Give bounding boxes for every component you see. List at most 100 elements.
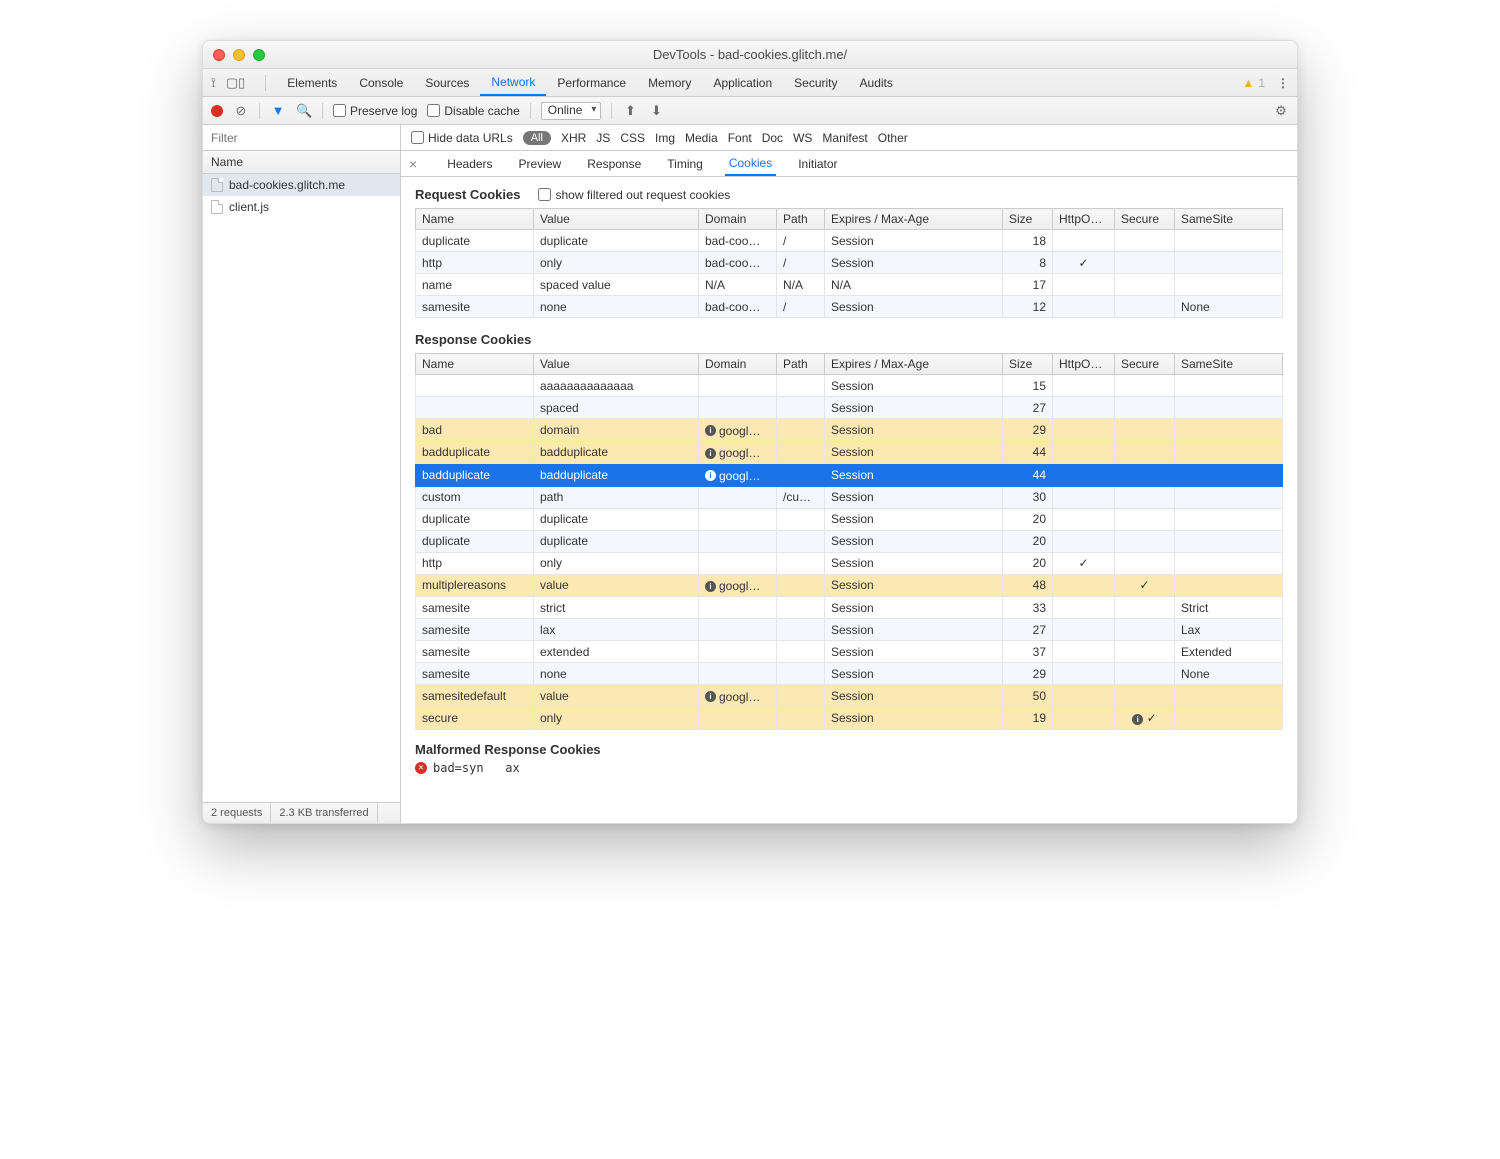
detail-tab-preview[interactable]: Preview bbox=[515, 151, 566, 176]
cookie-row[interactable]: namespaced valueN/AN/AN/A17 bbox=[416, 274, 1283, 296]
detail-tab-initiator[interactable]: Initiator bbox=[794, 151, 841, 176]
column-header[interactable]: Size bbox=[1003, 209, 1053, 230]
error-icon: ✕ bbox=[415, 762, 427, 774]
detail-tab-cookies[interactable]: Cookies bbox=[725, 151, 776, 176]
settings-icon[interactable]: ⚙ bbox=[1273, 103, 1289, 119]
clear-icon[interactable]: ⊘ bbox=[233, 103, 249, 119]
cookie-row[interactable]: spacedSession27 bbox=[416, 397, 1283, 419]
cookie-row[interactable]: secureonlySession19i ✓ bbox=[416, 707, 1283, 729]
inspect-icon[interactable]: ⟟ bbox=[211, 75, 216, 91]
cookie-row[interactable]: httponlySession20✓ bbox=[416, 552, 1283, 574]
cookie-row[interactable]: multiplereasonsvalueigoogl…Session48✓ bbox=[416, 574, 1283, 597]
main-tab-network[interactable]: Network bbox=[480, 69, 546, 96]
column-header[interactable]: Expires / Max-Age bbox=[825, 354, 1003, 375]
column-header[interactable]: Path bbox=[777, 354, 825, 375]
column-header[interactable]: Domain bbox=[699, 209, 777, 230]
request-count: 2 requests bbox=[203, 803, 271, 823]
network-toolbar: ⊘ ▼ 🔍 Preserve log Disable cache Online … bbox=[203, 97, 1297, 125]
type-filter-doc[interactable]: Doc bbox=[762, 131, 783, 145]
column-header[interactable]: Value bbox=[534, 354, 699, 375]
disable-cache-checkbox[interactable]: Disable cache bbox=[427, 104, 519, 118]
hide-data-urls-checkbox[interactable]: Hide data URLs bbox=[411, 131, 513, 145]
detail-tab-timing[interactable]: Timing bbox=[663, 151, 707, 176]
preserve-log-checkbox[interactable]: Preserve log bbox=[333, 104, 417, 118]
main-tab-sources[interactable]: Sources bbox=[414, 69, 480, 96]
show-filtered-checkbox[interactable]: show filtered out request cookies bbox=[538, 188, 730, 202]
device-toggle-icon[interactable]: ▢▯ bbox=[226, 75, 245, 91]
cookie-row[interactable]: duplicateduplicateSession20 bbox=[416, 508, 1283, 530]
type-filter-css[interactable]: CSS bbox=[620, 131, 645, 145]
column-header[interactable]: HttpO… bbox=[1053, 354, 1115, 375]
type-filter-xhr[interactable]: XHR bbox=[561, 131, 586, 145]
filter-toggle-icon[interactable]: ▼ bbox=[270, 103, 286, 118]
main-tab-audits[interactable]: Audits bbox=[849, 69, 904, 96]
cookie-row[interactable]: samesitestrictSession33Strict bbox=[416, 597, 1283, 619]
cookie-row[interactable]: samesitedefaultvalueigoogl…Session50 bbox=[416, 685, 1283, 708]
type-filter-all[interactable]: All bbox=[523, 131, 551, 145]
cookie-row[interactable]: custompath/cu…Session30 bbox=[416, 486, 1283, 508]
type-filter-ws[interactable]: WS bbox=[793, 131, 812, 145]
cookie-row[interactable]: badduplicatebadduplicateigoogl…Session44 bbox=[416, 464, 1283, 487]
column-header[interactable]: HttpO… bbox=[1053, 209, 1115, 230]
column-header[interactable]: Secure bbox=[1115, 209, 1175, 230]
column-header[interactable]: Size bbox=[1003, 354, 1053, 375]
request-item[interactable]: bad-cookies.glitch.me bbox=[203, 174, 400, 196]
cookie-row[interactable]: samesiteextendedSession37Extended bbox=[416, 641, 1283, 663]
column-header[interactable]: Path bbox=[777, 209, 825, 230]
cookie-row[interactable]: aaaaaaaaaaaaaaSession15 bbox=[416, 375, 1283, 397]
column-header[interactable]: SameSite bbox=[1175, 354, 1283, 375]
details-pane: × Headers Preview Response Timing Cookies Ini… bbox=[401, 151, 1297, 823]
column-header[interactable]: Domain bbox=[699, 354, 777, 375]
warning-icon: ▲ bbox=[1242, 76, 1254, 90]
column-header[interactable]: Name bbox=[416, 209, 534, 230]
type-filter-img[interactable]: Img bbox=[655, 131, 675, 145]
transferred-size: 2.3 KB transferred bbox=[271, 803, 377, 823]
main-tab-security[interactable]: Security bbox=[783, 69, 848, 96]
type-filter-font[interactable]: Font bbox=[728, 131, 752, 145]
cookie-row[interactable]: duplicateduplicatebad-coo…/Session18 bbox=[416, 230, 1283, 252]
request-item[interactable]: client.js bbox=[203, 196, 400, 218]
main-tab-console[interactable]: Console bbox=[348, 69, 414, 96]
filter-input[interactable] bbox=[203, 125, 401, 150]
column-header[interactable]: Name bbox=[416, 354, 534, 375]
window-title: DevTools - bad-cookies.glitch.me/ bbox=[203, 47, 1297, 62]
column-header[interactable]: Value bbox=[534, 209, 699, 230]
close-button[interactable] bbox=[213, 49, 225, 61]
cookie-row[interactable]: duplicateduplicateSession20 bbox=[416, 530, 1283, 552]
cookie-row[interactable]: samesitelaxSession27Lax bbox=[416, 619, 1283, 641]
cookie-row[interactable]: samesitenoneSession29None bbox=[416, 663, 1283, 685]
download-icon[interactable]: ⬇ bbox=[648, 103, 664, 119]
more-menu-icon[interactable]: ⋮ bbox=[1277, 76, 1289, 90]
detail-tab-headers[interactable]: Headers bbox=[443, 151, 496, 176]
request-cookies-section: Request Cookies show filtered out reques… bbox=[401, 177, 1297, 322]
traffic-lights bbox=[213, 49, 265, 61]
request-list-header[interactable]: Name bbox=[203, 151, 400, 174]
main-tab-performance[interactable]: Performance bbox=[546, 69, 637, 96]
document-icon bbox=[211, 200, 223, 214]
column-header[interactable]: Expires / Max-Age bbox=[825, 209, 1003, 230]
main-tab-memory[interactable]: Memory bbox=[637, 69, 702, 96]
type-filter-js[interactable]: JS bbox=[596, 131, 610, 145]
main-tab-application[interactable]: Application bbox=[702, 69, 783, 96]
column-header[interactable]: Secure bbox=[1115, 354, 1175, 375]
main-tab-elements[interactable]: Elements bbox=[276, 69, 348, 96]
type-filter-other[interactable]: Other bbox=[878, 131, 908, 145]
type-filter-manifest[interactable]: Manifest bbox=[822, 131, 867, 145]
upload-icon[interactable]: ⬆ bbox=[622, 103, 638, 119]
warning-count[interactable]: ▲1 bbox=[1242, 76, 1265, 90]
column-header[interactable]: SameSite bbox=[1175, 209, 1283, 230]
type-filter-media[interactable]: Media bbox=[685, 131, 718, 145]
throttling-select[interactable]: Online bbox=[541, 102, 602, 120]
search-icon[interactable]: 🔍 bbox=[296, 103, 312, 119]
cookie-row[interactable]: httponlybad-coo…/Session8✓ bbox=[416, 252, 1283, 274]
malformed-cookies-section: Malformed Response Cookies ✕ bad=syn ax bbox=[401, 734, 1297, 783]
cookie-row[interactable]: badduplicatebadduplicateigoogl…Session44 bbox=[416, 441, 1283, 464]
close-details-icon[interactable]: × bbox=[409, 156, 417, 172]
cookie-row[interactable]: samesitenonebad-coo…/Session12None bbox=[416, 296, 1283, 318]
cookie-row[interactable]: baddomainigoogl…Session29 bbox=[416, 419, 1283, 442]
record-button[interactable] bbox=[211, 105, 223, 117]
maximize-button[interactable] bbox=[253, 49, 265, 61]
response-cookies-section: Response Cookies NameValueDomainPathExpi… bbox=[401, 322, 1297, 734]
detail-tab-response[interactable]: Response bbox=[583, 151, 645, 176]
minimize-button[interactable] bbox=[233, 49, 245, 61]
